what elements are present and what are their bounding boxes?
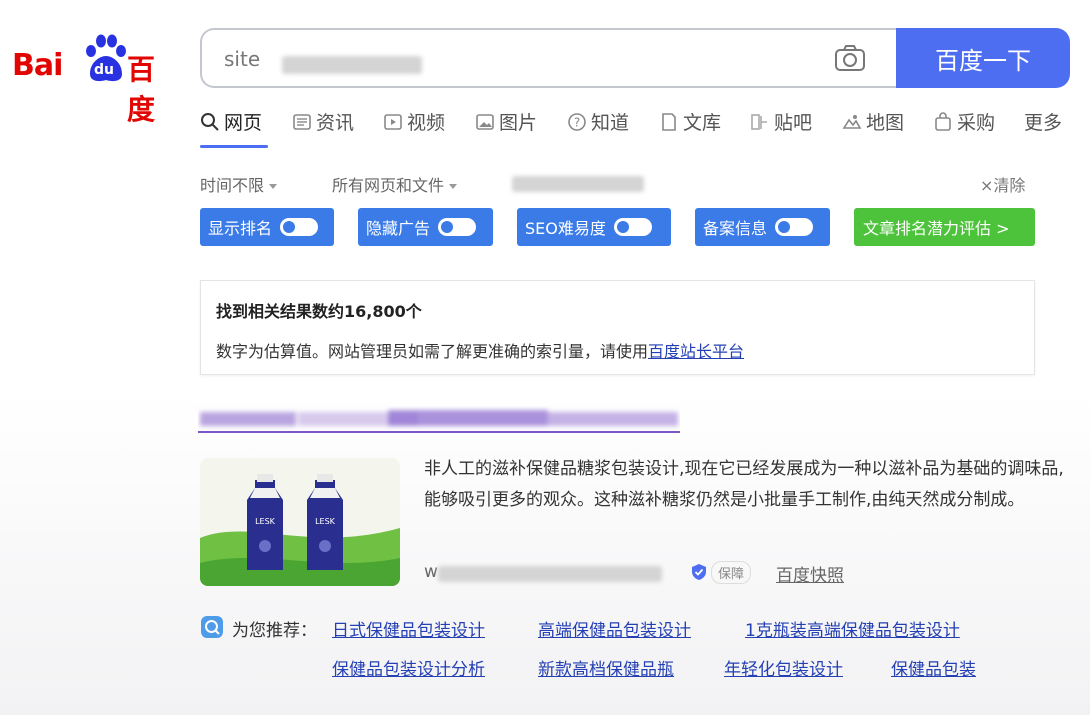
bottle-label: LESK — [255, 517, 276, 526]
bottle-label: LESK — [315, 517, 336, 526]
recommend-link[interactable]: 高端保健品包装设计 — [538, 616, 691, 641]
search-box — [200, 28, 896, 88]
tab-label: 图片 — [499, 112, 538, 134]
search-button[interactable]: 百度一下 — [896, 28, 1070, 88]
recommend-link[interactable]: 年轻化包装设计 — [724, 655, 843, 680]
news-icon — [293, 113, 311, 130]
active-tab-indicator — [200, 145, 268, 148]
toggle-switch[interactable] — [280, 218, 319, 236]
result-thumbnail[interactable]: LESK LESK — [200, 458, 400, 586]
logo-text-cn: 百度 — [127, 53, 156, 126]
recommend-link[interactable]: 保健品包装设计分析 — [332, 655, 485, 680]
seo-difficulty-toggle[interactable]: SEO难易度 — [517, 208, 671, 246]
time-filter-label: 时间不限 — [200, 176, 265, 195]
recommend-link[interactable]: 1克瓶装高端保健品包装设计 — [745, 616, 960, 641]
blurred-query — [282, 56, 422, 74]
show-rank-label: 显示排名 — [208, 219, 273, 238]
show-rank-toggle[interactable]: 显示排名 — [200, 208, 334, 246]
document-icon — [662, 112, 676, 131]
shield-check-icon — [692, 564, 706, 580]
toggle-switch[interactable] — [775, 218, 814, 236]
toggle-switch[interactable] — [613, 218, 652, 236]
tab-label: 贴吧 — [774, 112, 813, 134]
logo-text-du: du — [94, 62, 114, 78]
ranking-potential-button[interactable]: 文章排名潜力评估 > — [854, 208, 1035, 246]
baidu-logo[interactable]: Bai du 百度 — [12, 32, 177, 126]
tab-more[interactable]: 更多 — [1024, 108, 1062, 135]
recommend-icon — [201, 616, 223, 638]
clear-filters[interactable]: ×清除 — [980, 172, 1025, 196]
result-title-link[interactable] — [198, 406, 680, 434]
recommend-link[interactable]: 日式保健品包装设计 — [332, 616, 485, 641]
tab-label: 地图 — [866, 112, 905, 134]
result-note-text: 数字为估算值。网站管理员如需了解更准确的索引量，请使用 — [216, 342, 649, 361]
camera-icon[interactable] — [832, 42, 868, 74]
result-note: 数字为估算值。网站管理员如需了解更准确的索引量，请使用百度站长平台 — [216, 338, 744, 362]
toggle-switch[interactable] — [438, 218, 477, 236]
search-icon — [201, 112, 219, 131]
webmaster-platform-link[interactable]: 百度站长平台 — [648, 342, 744, 361]
tab-label: 更多 — [1024, 112, 1063, 134]
recommend-link[interactable]: 保健品包装 — [891, 655, 976, 680]
tab-label: 文库 — [683, 112, 722, 134]
result-abstract: 非人工的滋补保健品糖浆包装设计,现在它已经发展成为一种以滋补品为基础的调味品,能… — [424, 459, 1064, 510]
map-icon — [842, 114, 862, 129]
ranking-potential-label: 文章排名潜力评估 > — [863, 219, 1010, 238]
tab-news[interactable]: 资讯 — [292, 108, 354, 135]
tab-zhidao[interactable]: ? 知道 — [567, 108, 629, 135]
question-icon: ? — [568, 112, 586, 131]
url-prefix: w — [424, 562, 438, 582]
tab-tieba[interactable]: 贴吧 — [750, 108, 812, 135]
tieba-icon — [751, 113, 767, 130]
time-filter[interactable]: 时间不限 — [200, 172, 278, 196]
recommend-link[interactable]: 新款高档保健品瓶 — [538, 655, 674, 680]
svg-text:?: ? — [574, 115, 580, 129]
scope-filter-label: 所有网页和文件 — [332, 176, 445, 195]
tab-map[interactable]: 地图 — [842, 108, 904, 135]
product-image: LESK LESK — [200, 458, 400, 586]
snapshot-link[interactable]: 百度快照 — [776, 561, 844, 586]
scope-filter[interactable]: 所有网页和文件 — [332, 172, 458, 196]
tab-video[interactable]: 视频 — [383, 108, 445, 135]
tab-label: 视频 — [407, 112, 446, 134]
beian-toggle[interactable]: 备案信息 — [695, 208, 830, 246]
image-icon — [476, 113, 494, 130]
beian-label: 备案信息 — [703, 219, 768, 238]
clear-label: 清除 — [993, 176, 1026, 195]
blurred-filter — [512, 176, 644, 192]
purchase-icon — [935, 111, 951, 131]
recommend-label: 为您推荐： — [232, 621, 317, 641]
caret-down-icon — [449, 184, 458, 189]
tab-wenku[interactable]: 文库 — [659, 108, 721, 135]
caret-down-icon — [269, 184, 278, 189]
tab-web[interactable]: 网页 — [200, 108, 262, 135]
protection-label: 保障 — [711, 560, 752, 584]
tab-label: 网页 — [224, 112, 263, 134]
protection-badge[interactable]: 保障 — [690, 560, 752, 584]
logo-text-bai: Bai — [12, 48, 63, 83]
tab-label: 知道 — [591, 112, 630, 134]
blurred-url — [438, 566, 662, 582]
close-icon: × — [980, 176, 994, 195]
tab-label: 采购 — [957, 112, 996, 134]
result-count: 找到相关结果数约16,800个 — [216, 302, 422, 321]
seo-label: SEO难易度 — [525, 219, 606, 238]
video-icon — [384, 113, 402, 130]
result-count-box: 找到相关结果数约16,800个 数字为估算值。网站管理员如需了解更准确的索引量，… — [200, 280, 1035, 375]
hide-ads-label: 隐藏广告 — [366, 219, 431, 238]
tab-purchase[interactable]: 采购 — [933, 108, 995, 135]
hide-ads-toggle[interactable]: 隐藏广告 — [358, 208, 493, 246]
tab-image[interactable]: 图片 — [475, 108, 537, 135]
tab-label: 资讯 — [316, 112, 355, 134]
